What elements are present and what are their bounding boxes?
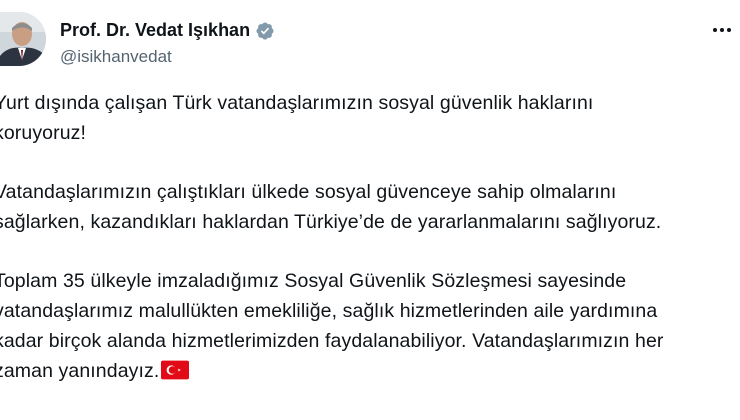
avatar-photo [0, 12, 46, 66]
turkey-flag-icon [161, 359, 190, 380]
tweet-line: koruyoruz! [0, 122, 87, 144]
tweet-text: Yurt dışında çalışan Türk vatandaşlarımı… [0, 88, 736, 415]
verified-badge-icon[interactable] [255, 21, 275, 41]
tweet-last-line: zaman yanındayız. [0, 356, 736, 386]
author-handle[interactable]: @isikhanvedat [60, 47, 172, 67]
tweet-header: Prof. Dr. Vedat Işıkhan @isikhanvedat [0, 0, 740, 80]
author-display-name[interactable]: Prof. Dr. Vedat Işıkhan [60, 20, 250, 41]
tweet-line: Yurt dışında çalışan Türk vatandaşlarımı… [0, 92, 594, 114]
tweet-paragraph-2: Vatandaşlarımızın çalıştıkları ülkede so… [0, 177, 736, 237]
tweet-paragraph-1: Yurt dışında çalışan Türk vatandaşlarımı… [0, 88, 736, 148]
tweet-line: vatandaşlarımız malullükten emekliliğe, … [0, 300, 658, 322]
tweet-paragraph-3: Toplam 35 ülkeyle imzaladığımız Sosyal G… [0, 266, 736, 386]
more-options-button[interactable] [710, 18, 734, 42]
avatar[interactable] [0, 12, 46, 66]
tweet-line: kadar birçok alanda hizmetlerimizden fay… [0, 330, 664, 352]
tweet-line: Toplam 35 ülkeyle imzaladığımız Sosyal G… [0, 270, 627, 292]
tweet-line: sağlarken, kazandıkları haklardan Türkiy… [0, 211, 662, 233]
more-horizontal-icon [713, 28, 731, 32]
author-name-row: Prof. Dr. Vedat Işıkhan [60, 20, 275, 41]
tweet-line: Vatandaşlarımızın çalıştıkları ülkede so… [0, 181, 617, 203]
tweet-line-text: zaman yanındayız. [0, 360, 160, 382]
